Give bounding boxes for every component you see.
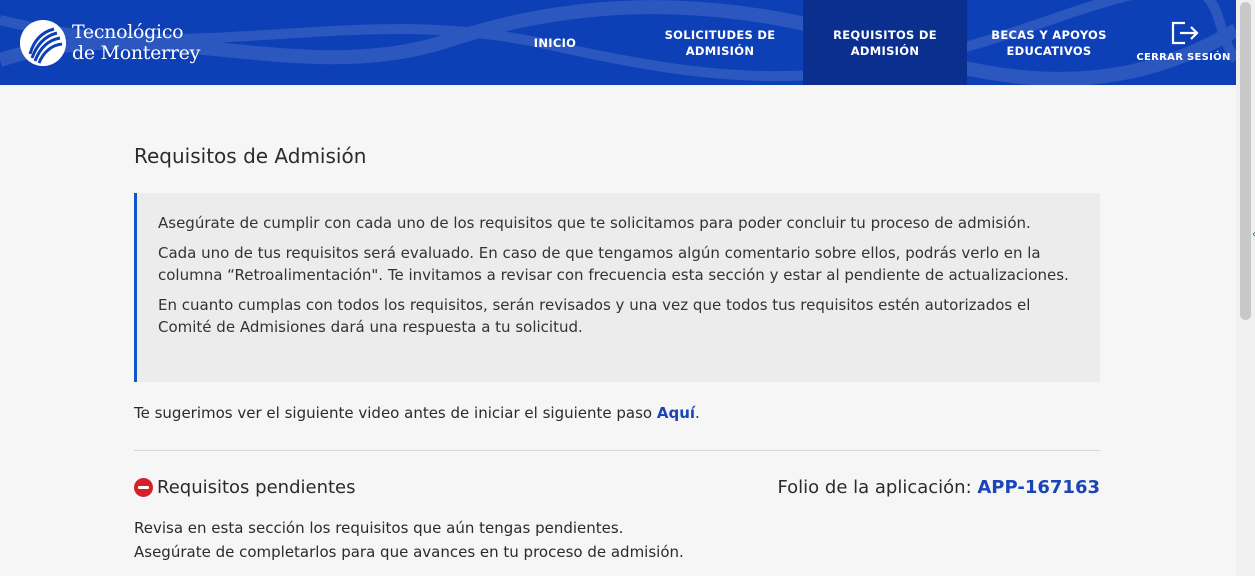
nav-inicio-label: INICIO — [533, 35, 577, 50]
pending-requirements-heading: Requisitos pendientes — [134, 477, 355, 498]
logo-line-1: Tecnológico — [72, 21, 184, 43]
nav-inicio[interactable]: INICIO — [475, 0, 635, 85]
top-navigation-bar: Tecnológico de Monterrey INICIO SOLICITU… — [0, 0, 1236, 85]
nav-requisitos-label-1: REQUISITOS DE — [833, 27, 937, 42]
section-divider — [134, 450, 1100, 451]
logo-emblem-icon — [20, 20, 66, 66]
nav-solicitudes-de-admision[interactable]: SOLICITUDES DE ADMISIÓN — [640, 0, 800, 85]
nav-becas-y-apoyos[interactable]: BECAS Y APOYOS EDUCATIVOS — [967, 0, 1131, 85]
video-suggestion: Te sugerimos ver el siguiente video ante… — [134, 404, 700, 422]
folio-value: APP-167163 — [977, 477, 1100, 498]
nav-requisitos-label-2: ADMISIÓN — [850, 43, 920, 58]
nav-solicitudes-label-2: ADMISIÓN — [685, 43, 755, 58]
info-callout: Asegúrate de cumplir con cada uno de los… — [134, 193, 1100, 382]
logo-line-2: de Monterrey — [72, 42, 200, 64]
minus-circle-icon — [134, 478, 153, 497]
page-scrollbar[interactable]: ‹ — [1236, 0, 1255, 576]
application-folio: Folio de la aplicación: APP-167163 — [777, 477, 1100, 498]
pending-title: Requisitos pendientes — [157, 477, 356, 498]
nav-requisitos-de-admision[interactable]: REQUISITOS DE ADMISIÓN — [803, 0, 967, 85]
nav-solicitudes-label-1: SOLICITUDES DE — [664, 27, 776, 42]
logout-label: CERRAR SESIÓN — [1136, 51, 1231, 63]
tec-logo[interactable]: Tecnológico de Monterrey — [20, 20, 200, 66]
pending-description: Revisa en esta sección los requisitos qu… — [134, 516, 684, 564]
nav-becas-label-2: EDUCATIVOS — [1006, 43, 1092, 58]
logout-icon — [1171, 21, 1199, 44]
page-title: Requisitos de Admisión — [134, 144, 367, 168]
scrollbar-thumb[interactable] — [1240, 2, 1251, 320]
video-suggestion-text: Te sugerimos ver el siguiente video ante… — [134, 404, 657, 422]
info-paragraph-1: Asegúrate de cumplir con cada uno de los… — [158, 214, 1031, 232]
info-paragraph-3: En cuanto cumplas con todos los requisit… — [158, 295, 1031, 337]
logout-button[interactable]: CERRAR SESIÓN — [1131, 0, 1236, 85]
pending-desc-line-1: Revisa en esta sección los requisitos qu… — [134, 519, 624, 537]
video-suggestion-suffix: . — [695, 404, 700, 422]
folio-label: Folio de la aplicación: — [777, 477, 978, 498]
info-paragraph-2: Cada uno de tus requisitos será evaluado… — [158, 243, 1069, 285]
video-link[interactable]: Aquí — [657, 404, 695, 422]
nav-becas-label-1: BECAS Y APOYOS — [991, 27, 1107, 42]
logo-wordmark: Tecnológico de Monterrey — [72, 22, 200, 64]
pending-desc-line-2: Asegúrate de completarlos para que avanc… — [134, 543, 684, 561]
